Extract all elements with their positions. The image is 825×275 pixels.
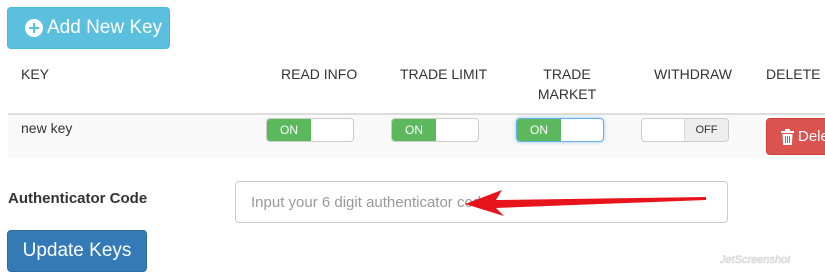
withdraw-toggle[interactable]: OFF: [641, 118, 729, 142]
delete-label: Delete: [798, 128, 825, 145]
read-info-toggle[interactable]: ON: [266, 118, 354, 142]
header-read-info: READ INFO: [281, 66, 358, 82]
red-arrow-icon: [465, 190, 706, 216]
toggle-off-label: OFF: [684, 119, 728, 141]
key-name: new key: [21, 120, 73, 136]
trade-market-toggle[interactable]: ON: [516, 118, 604, 142]
header-trade-limit: TRADE LIMIT: [400, 66, 488, 82]
header-trade-market: TRADE MARKET: [530, 64, 604, 104]
toggle-on-label: ON: [267, 119, 311, 141]
add-new-key-button[interactable]: Add New Key: [7, 7, 170, 49]
authenticator-code-label: Authenticator Code: [8, 190, 148, 207]
trash-icon: [781, 128, 794, 145]
header-withdraw: WITHDRAW: [654, 66, 733, 82]
toggle-on-label: ON: [392, 119, 436, 141]
api-keys-page: Add New Key KEY READ INFO TRADE LIMIT TR…: [0, 0, 825, 275]
header-delete: DELETE: [766, 66, 821, 82]
header-trade-market-line1: TRADE: [543, 66, 591, 82]
watermark: JetScreenshot: [720, 254, 791, 266]
update-keys-button[interactable]: Update Keys: [7, 230, 147, 272]
delete-key-button[interactable]: Delete: [766, 118, 825, 155]
toggle-on-label: ON: [517, 119, 561, 141]
plus-circle-icon: [25, 19, 43, 37]
add-new-key-label: Add New Key: [47, 17, 163, 38]
update-keys-label: Update Keys: [22, 240, 132, 261]
trade-limit-toggle[interactable]: ON: [391, 118, 479, 142]
header-trade-market-line2: MARKET: [537, 86, 597, 102]
header-key: KEY: [21, 66, 50, 82]
